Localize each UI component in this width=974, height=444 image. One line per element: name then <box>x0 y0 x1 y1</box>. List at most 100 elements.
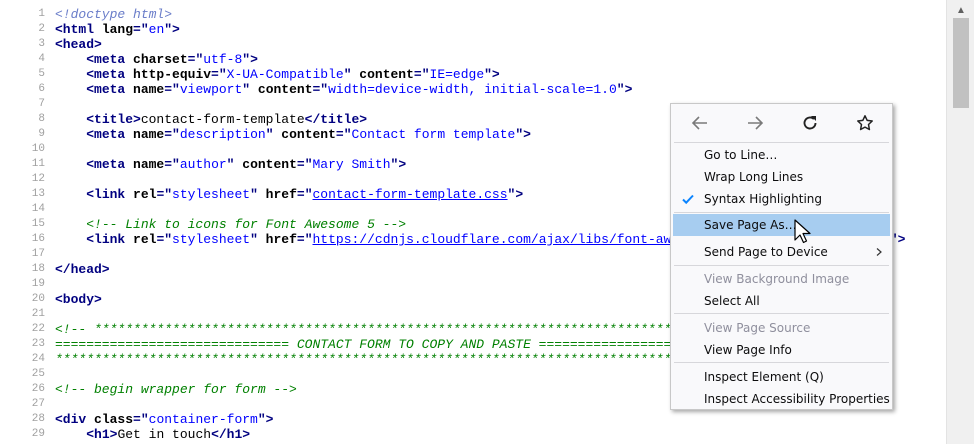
code-token: "> <box>616 82 633 97</box>
menu-item-select-all[interactable]: Select All <box>671 290 892 312</box>
code-token: <meta <box>86 67 134 82</box>
menu-item-inspect-element[interactable]: Inspect Element (Q) <box>671 366 892 388</box>
menu-item-view-background-image[interactable]: View Background Image <box>671 268 892 290</box>
code-token: ============================== CONTACT F… <box>55 337 773 352</box>
code-token: <meta <box>86 157 134 172</box>
code-token: "> <box>484 67 500 82</box>
code-token: "> <box>164 22 180 37</box>
star-icon <box>857 115 873 131</box>
bookmark-button[interactable] <box>851 112 879 134</box>
code-token: <div <box>55 412 95 427</box>
line-number: 26 <box>31 383 45 395</box>
menu-item-inspect-accessibility-properties[interactable]: Inspect Accessibility Properties <box>671 388 892 410</box>
code-token: " <box>250 232 266 247</box>
line-number: 20 <box>31 293 45 305</box>
forward-button[interactable] <box>741 112 769 134</box>
code-token: <!doctype html> <box>55 7 173 22</box>
code-token: <body> <box>55 292 102 307</box>
code-token: stylesheet <box>172 187 251 202</box>
code-line: 5 <meta http-equiv="X-UA-Compatible" con… <box>0 67 905 82</box>
code-line-content: <body> <box>55 292 102 307</box>
code-line-content: <link rel="stylesheet" href="contact-for… <box>55 187 523 202</box>
code-token: en <box>148 22 165 37</box>
menu-item-view-page-source[interactable]: View Page Source <box>671 317 892 339</box>
code-token: =" <box>164 157 180 172</box>
menu-separator <box>674 313 889 314</box>
code-token: href <box>265 187 297 202</box>
code-token: =" <box>133 22 149 37</box>
code-line-content: <html lang="en"> <box>55 22 180 37</box>
code-token: <meta <box>86 82 134 97</box>
code-token: " <box>250 187 266 202</box>
source-link[interactable]: contact-form-template.css <box>313 187 508 202</box>
code-line-content: <meta name="description" content="Contac… <box>55 127 531 142</box>
menu-item-go-to-line[interactable]: Go to Line… <box>671 144 892 166</box>
code-token: =" <box>296 232 313 247</box>
code-token: <html <box>55 22 102 37</box>
line-number: 17 <box>31 248 45 260</box>
menu-item-send-page-to-device[interactable]: Send Page to Device <box>671 241 892 263</box>
code-token: <link <box>86 232 134 247</box>
line-number: 6 <box>38 83 45 95</box>
code-token: =" <box>335 127 352 142</box>
code-token: contact-form-template <box>140 112 305 127</box>
code-token: <link <box>86 187 134 202</box>
code-token: content <box>242 157 297 172</box>
code-token: =" <box>187 52 204 67</box>
arrow-left-icon <box>691 116 707 130</box>
code-line-content: <!-- begin wrapper for form --> <box>55 382 297 397</box>
arrow-right-icon <box>748 116 764 130</box>
code-token: =" <box>133 412 149 427</box>
code-token: <meta <box>86 127 134 142</box>
code-token: =" <box>164 127 180 142</box>
line-number: 16 <box>31 233 45 245</box>
code-token: Mary Smith <box>312 157 391 172</box>
code-token: content <box>257 82 313 97</box>
line-number: 23 <box>31 338 45 350</box>
code-token: =" <box>156 187 173 202</box>
code-line: 3 <head> <box>0 37 905 52</box>
line-number: 1 <box>38 8 45 20</box>
code-token: " <box>226 157 243 172</box>
code-token: =" <box>312 82 329 97</box>
reload-button[interactable] <box>796 112 824 134</box>
code-token: " <box>343 67 360 82</box>
scroll-up-arrow-icon[interactable]: ▲ <box>953 4 969 18</box>
code-token: utf-8 <box>203 52 243 67</box>
code-token: </h1> <box>211 427 251 442</box>
code-token: href <box>265 232 297 247</box>
code-token: =" <box>156 232 173 247</box>
code-token: container-form <box>148 412 258 427</box>
code-token: <!-- begin wrapper for form --> <box>55 382 297 397</box>
code-line: 6 <meta name="viewport" content="width=d… <box>0 82 905 97</box>
line-number: 11 <box>31 158 45 170</box>
code-line-content: ============================== CONTACT F… <box>55 337 773 352</box>
code-token: IE=edge <box>429 67 485 82</box>
menu-item-wrap-long-lines[interactable]: Wrap Long Lines <box>671 166 892 188</box>
code-line-content: <meta name="author" content="Mary Smith"… <box>55 157 406 172</box>
code-token: </title> <box>304 112 368 127</box>
code-token: name <box>133 127 165 142</box>
line-number: 14 <box>31 203 45 215</box>
code-token: charset <box>133 52 188 67</box>
code-token: =" <box>296 187 313 202</box>
line-number: 2 <box>38 23 45 35</box>
back-button[interactable] <box>686 112 714 134</box>
code-token: author <box>179 157 227 172</box>
code-token: stylesheet <box>172 232 251 247</box>
code-line-content: <!doctype html> <box>55 7 172 22</box>
code-token: content <box>359 67 414 82</box>
code-line-content: <head> <box>55 37 102 52</box>
menu-item-save-page-as[interactable]: Save Page As… <box>673 214 890 236</box>
vertical-scrollbar[interactable]: ▲ <box>946 0 974 444</box>
context-menu-navigation <box>671 104 892 142</box>
menu-item-syntax-highlighting[interactable]: Syntax Highlighting <box>671 188 892 210</box>
scrollbar-thumb[interactable] <box>953 18 969 108</box>
menu-item-view-page-info[interactable]: View Page Info <box>671 339 892 361</box>
